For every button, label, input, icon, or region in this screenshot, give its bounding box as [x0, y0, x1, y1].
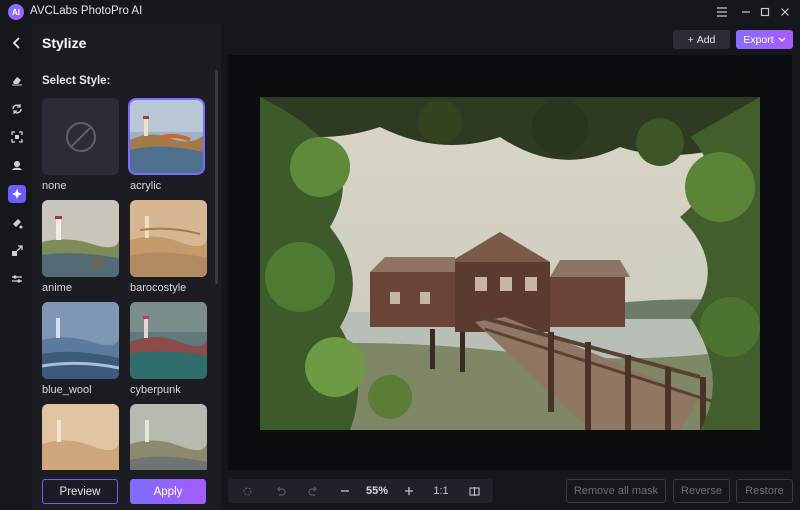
zoom-out-icon[interactable] [334, 479, 356, 503]
add-label: Add [696, 33, 716, 46]
eraser-icon[interactable] [8, 71, 26, 89]
compare-icon[interactable] [463, 479, 485, 503]
apply-button[interactable]: Apply [130, 479, 206, 504]
reverse-button[interactable]: Reverse [673, 479, 730, 503]
style-tile-cyberpunk[interactable] [130, 302, 207, 379]
none-icon [65, 121, 96, 152]
close-icon[interactable] [776, 3, 794, 21]
restore-button[interactable]: Restore [736, 479, 793, 503]
app-logo: AI [8, 4, 24, 20]
redo-icon[interactable] [302, 479, 324, 503]
colorize-icon[interactable] [8, 214, 26, 232]
app-title: AVCLabs PhotoPro AI [30, 5, 143, 17]
stylize-panel: Stylize Select Style: none acrylic anime… [32, 24, 221, 510]
minimize-icon[interactable] [737, 3, 755, 21]
style-label: blue_wool [42, 384, 92, 396]
style-tile[interactable] [42, 404, 119, 470]
style-label: cyberpunk [130, 384, 181, 396]
style-tile-none[interactable] [42, 98, 119, 175]
panel-title: Stylize [42, 35, 87, 51]
style-tile[interactable] [130, 404, 207, 470]
style-grid: none acrylic anime barocostyle blue_wool… [42, 98, 208, 470]
chevron-left-icon[interactable] [8, 34, 26, 52]
preview-button[interactable]: Preview [42, 479, 118, 504]
export-label: Export [743, 33, 774, 46]
panel-scrollbar[interactable] [215, 70, 218, 284]
zoom-in-icon[interactable] [398, 479, 420, 503]
style-label: none [42, 180, 67, 192]
actual-size-button[interactable]: 1:1 [428, 479, 454, 503]
title-bar: AI AVCLabs PhotoPro AI [0, 0, 800, 24]
add-button[interactable]: + Add [673, 30, 730, 49]
select-style-label: Select Style: [42, 75, 111, 87]
export-button[interactable]: Export [736, 30, 793, 49]
adjust-icon[interactable] [8, 270, 26, 288]
style-label: anime [42, 282, 72, 294]
zoom-toolbar: 55% 1:1 [228, 479, 493, 503]
enhance-icon[interactable] [8, 128, 26, 146]
style-label: acrylic [130, 180, 162, 192]
menu-icon[interactable] [713, 3, 731, 21]
maximize-icon[interactable] [756, 3, 774, 21]
zoom-level: 55% [365, 485, 389, 497]
app-logo-text: AI [12, 7, 20, 17]
remove-all-mask-button[interactable]: Remove all mask [566, 479, 666, 503]
undo-icon[interactable] [269, 479, 291, 503]
style-tile-blue-wool[interactable] [42, 302, 119, 379]
style-tile-acrylic[interactable] [128, 98, 205, 175]
style-label: barocostyle [130, 282, 187, 294]
tool-rail [0, 24, 32, 510]
resize-icon[interactable] [8, 242, 26, 260]
replace-icon[interactable] [8, 100, 26, 118]
style-tile-barocostyle[interactable] [130, 200, 207, 277]
stylize-icon[interactable] [8, 185, 26, 203]
plus-icon: + [687, 33, 694, 46]
fit-icon[interactable] [236, 479, 258, 503]
preview-image [260, 97, 760, 430]
background-icon[interactable] [8, 156, 26, 174]
style-tile-anime[interactable] [42, 200, 119, 277]
chevron-down-icon [778, 37, 786, 42]
